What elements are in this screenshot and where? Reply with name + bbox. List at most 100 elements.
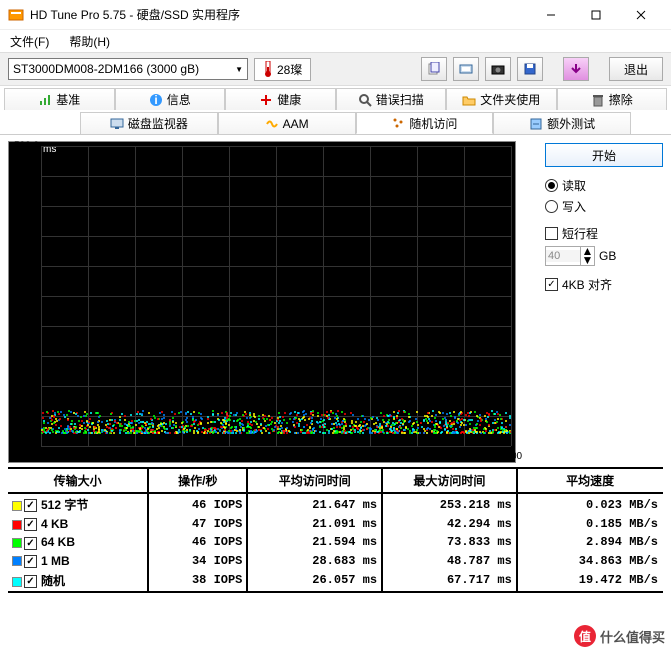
save-button[interactable] bbox=[517, 57, 543, 81]
menu-file[interactable]: 文件(F) bbox=[4, 31, 55, 52]
series-checkbox[interactable] bbox=[24, 575, 37, 588]
iops-value: 46 IOPS bbox=[148, 533, 247, 551]
close-button[interactable] bbox=[618, 1, 663, 29]
benchmark-icon bbox=[38, 93, 52, 107]
max-access-value: 48.787 ms bbox=[382, 552, 517, 570]
series-color-swatch bbox=[12, 520, 22, 530]
options-button[interactable] bbox=[563, 57, 589, 81]
series-color-swatch bbox=[12, 501, 22, 511]
tabs-row-2: 磁盘监视器 AAM 随机访问 额外测试 bbox=[0, 110, 671, 134]
tab-AAM[interactable]: AAM bbox=[218, 112, 356, 134]
tab-文件夹使用[interactable]: 文件夹使用 bbox=[446, 88, 557, 110]
short-stroke-value[interactable] bbox=[546, 250, 580, 262]
results-table: 传输大小操作/秒平均访问时间最大访问时间平均速度 512 字节46 IOPS21… bbox=[8, 467, 663, 593]
transfer-size: 512 字节 bbox=[41, 498, 88, 512]
tab-label: 随机访问 bbox=[409, 115, 457, 132]
copy-screenshot-button[interactable] bbox=[453, 57, 479, 81]
table-row: 64 KB 46 IOPS21.594 ms73.833 ms2.894 MB/s bbox=[8, 533, 663, 551]
avg-speed-value: 0.023 MB/s bbox=[517, 493, 663, 515]
start-button[interactable]: 开始 bbox=[545, 143, 663, 167]
transfer-size: 64 KB bbox=[41, 535, 75, 549]
read-radio[interactable]: 读取 bbox=[545, 177, 663, 194]
max-access-value: 253.218 ms bbox=[382, 493, 517, 515]
tab-label: 磁盘监视器 bbox=[128, 115, 188, 132]
watermark: 值 什么值得买 bbox=[574, 625, 665, 647]
avg-access-value: 21.091 ms bbox=[247, 515, 382, 533]
avg-speed-value: 0.185 MB/s bbox=[517, 515, 663, 533]
menubar: 文件(F) 帮助(H) bbox=[0, 30, 671, 52]
transfer-size: 1 MB bbox=[41, 554, 70, 568]
iops-value: 38 IOPS bbox=[148, 570, 247, 592]
extra-test-icon bbox=[529, 117, 543, 131]
table-header: 操作/秒 bbox=[148, 468, 247, 493]
tab-label: 健康 bbox=[277, 91, 301, 108]
series-checkbox[interactable] bbox=[24, 537, 37, 550]
radio-icon bbox=[545, 179, 558, 192]
transfer-size: 4 KB bbox=[41, 517, 68, 531]
tab-磁盘监视器[interactable]: 磁盘监视器 bbox=[80, 112, 218, 134]
table-row: 随机38 IOPS26.057 ms67.717 ms19.472 MB/s bbox=[8, 570, 663, 592]
exit-button[interactable]: 退出 bbox=[609, 57, 663, 81]
tab-信息[interactable]: i信息 bbox=[115, 88, 226, 110]
y-tick: 300.0 bbox=[14, 261, 39, 272]
table-header: 平均访问时间 bbox=[247, 468, 382, 493]
drive-select[interactable]: ST3000DM008-2DM166 (3000 gB) ▼ bbox=[8, 58, 248, 80]
access-time-chart: ms 0.050.0100.0150.0200.0250.0300.0350.0… bbox=[8, 141, 516, 463]
align-4kb-checkbox[interactable]: 4KB 对齐 bbox=[545, 276, 663, 293]
tab-随机访问[interactable]: 随机访问 bbox=[356, 112, 494, 134]
folder-usage-icon bbox=[462, 93, 476, 107]
tab-健康[interactable]: 健康 bbox=[225, 88, 336, 110]
y-tick: 100.0 bbox=[14, 382, 39, 393]
copy-info-button[interactable] bbox=[421, 57, 447, 81]
series-color-swatch bbox=[12, 538, 22, 548]
x-tick: 600 bbox=[127, 451, 144, 462]
titlebar: HD Tune Pro 5.75 - 硬盘/SSD 实用程序 bbox=[0, 0, 671, 30]
y-tick: 50.0 bbox=[20, 412, 39, 423]
error-scan-icon bbox=[358, 93, 372, 107]
tab-基准[interactable]: 基准 bbox=[4, 88, 115, 110]
temperature-display: 28璨 bbox=[254, 58, 311, 81]
tab-错误扫描[interactable]: 错误扫描 bbox=[336, 88, 447, 110]
avg-speed-value: 34.863 MB/s bbox=[517, 552, 663, 570]
menu-help[interactable]: 帮助(H) bbox=[63, 31, 116, 52]
series-checkbox[interactable] bbox=[24, 518, 37, 531]
write-radio[interactable]: 写入 bbox=[545, 198, 663, 215]
tab-label: AAM bbox=[283, 117, 309, 131]
screenshot-button[interactable] bbox=[485, 57, 511, 81]
transfer-size: 随机 bbox=[41, 574, 65, 588]
avg-access-value: 28.683 ms bbox=[247, 552, 382, 570]
radio-icon bbox=[545, 200, 558, 213]
iops-value: 46 IOPS bbox=[148, 493, 247, 515]
avg-access-value: 21.594 ms bbox=[247, 533, 382, 551]
series-checkbox[interactable] bbox=[24, 555, 37, 568]
monitor-icon bbox=[110, 117, 124, 131]
tab-content-random-access: ms 0.050.0100.0150.0200.0250.0300.0350.0… bbox=[0, 134, 671, 599]
maximize-button[interactable] bbox=[573, 1, 618, 29]
max-access-value: 73.833 ms bbox=[382, 533, 517, 551]
tab-label: 基准 bbox=[56, 91, 80, 108]
tab-额外测试[interactable]: 额外测试 bbox=[493, 112, 631, 134]
x-tick: 2400 bbox=[406, 451, 428, 462]
window-title: HD Tune Pro 5.75 - 硬盘/SSD 实用程序 bbox=[30, 6, 528, 23]
tab-擦除[interactable]: 擦除 bbox=[557, 88, 668, 110]
watermark-text: 什么值得买 bbox=[600, 627, 665, 646]
random-access-icon bbox=[391, 116, 405, 130]
x-tick: 1800 bbox=[312, 451, 334, 462]
x-tick: 2700 bbox=[453, 451, 475, 462]
health-icon bbox=[259, 93, 273, 107]
erase-icon bbox=[591, 93, 605, 107]
avg-speed-value: 19.472 MB/s bbox=[517, 570, 663, 592]
x-tick: 2100 bbox=[359, 451, 381, 462]
iops-value: 47 IOPS bbox=[148, 515, 247, 533]
short-stroke-checkbox[interactable]: 短行程 bbox=[545, 225, 663, 242]
y-tick: 500.0 bbox=[14, 141, 39, 152]
app-icon bbox=[8, 7, 24, 23]
short-stroke-spinner[interactable]: ▲▼ bbox=[545, 246, 595, 266]
minimize-button[interactable] bbox=[528, 1, 573, 29]
y-tick: 150.0 bbox=[14, 352, 39, 363]
series-checkbox[interactable] bbox=[24, 499, 37, 512]
tab-label: 擦除 bbox=[609, 91, 633, 108]
avg-speed-value: 2.894 MB/s bbox=[517, 533, 663, 551]
y-tick: 400.0 bbox=[14, 201, 39, 212]
spinner-down-icon[interactable]: ▼ bbox=[580, 256, 594, 265]
